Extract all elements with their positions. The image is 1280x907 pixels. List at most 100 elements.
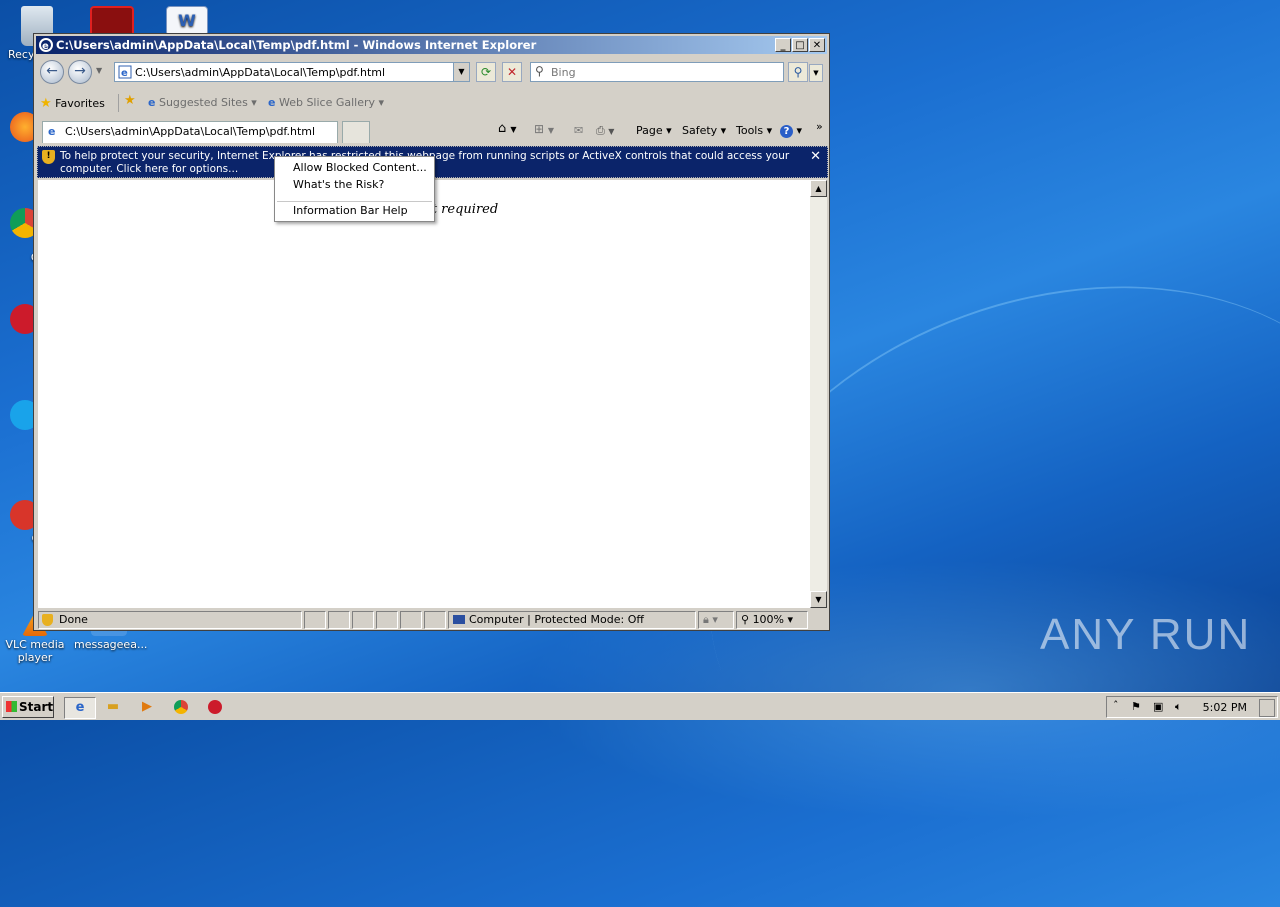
search-icon: ⚲ — [535, 64, 544, 78]
desktop-icon-label: VLC media player — [5, 638, 65, 664]
home-button[interactable]: ⌂ ▼ — [498, 121, 517, 136]
forward-button[interactable]: → — [68, 60, 92, 84]
status-cell — [352, 611, 374, 629]
infobar-context-menu: Allow Blocked Content... What's the Risk… — [274, 156, 435, 222]
scroll-down-button[interactable]: ▼ — [810, 591, 827, 608]
status-cell — [304, 611, 326, 629]
protected-mode-zone[interactable]: Computer | Protected Mode: Off — [448, 611, 696, 629]
search-box[interactable]: ⚲ Bing — [530, 62, 784, 82]
print-button[interactable]: ⎙ ▼ — [596, 124, 614, 138]
new-tab-button[interactable] — [342, 121, 370, 143]
help-button[interactable]: ? ▾ — [780, 124, 802, 138]
status-cell — [400, 611, 422, 629]
menu-item-information-bar-help[interactable]: Information Bar Help — [293, 204, 408, 217]
search-options-dropdown[interactable]: ▼ — [809, 64, 823, 82]
page-menu[interactable]: Page ▾ — [636, 124, 672, 137]
page-content: ot required — [38, 180, 810, 608]
taskbar-chrome-icon[interactable] — [170, 697, 192, 717]
zoom-icon: ⚲ — [741, 613, 750, 626]
favorites-bar: ★ Favorites ★ e Suggested Sites ▾ e Web … — [36, 90, 827, 116]
close-button[interactable]: ✕ — [809, 38, 825, 52]
tools-menu-label: Tools — [736, 124, 764, 137]
shield-icon: ! — [42, 150, 55, 164]
address-text: C:\Users\admin\AppData\Local\Temp\pdf.ht… — [135, 66, 386, 79]
show-desktop-button[interactable] — [1259, 699, 1275, 717]
zoom-level-button[interactable]: ⚲ 100% ▾ — [736, 611, 808, 629]
back-button[interactable]: ← — [40, 60, 64, 84]
security-lock-button[interactable]: 🔒︎ ▾ — [698, 611, 734, 629]
menu-item-whats-the-risk[interactable]: What's the Risk? — [293, 178, 384, 191]
favorites-button[interactable]: ★ Favorites — [40, 96, 105, 111]
taskbar-explorer-icon[interactable]: ▬ — [102, 697, 124, 717]
refresh-button[interactable]: ⟳ — [476, 62, 496, 82]
tools-menu[interactable]: Tools ▾ — [736, 124, 772, 137]
separator — [118, 94, 119, 112]
tray-expand-icon[interactable]: ˆ — [1113, 699, 1119, 712]
navigation-bar: ← → ▼ e C:\Users\admin\AppData\Local\Tem… — [36, 56, 827, 86]
clock[interactable]: 5:02 PM — [1203, 701, 1247, 714]
web-slice-gallery-link[interactable]: e Web Slice Gallery ▾ — [268, 96, 384, 109]
help-icon: ? — [780, 125, 793, 138]
favorites-label: Favorites — [55, 97, 105, 110]
address-bar[interactable]: e C:\Users\admin\AppData\Local\Temp\pdf.… — [114, 62, 470, 82]
stop-button[interactable]: ✕ — [502, 62, 522, 82]
computer-icon — [453, 615, 465, 624]
ie-page-icon: e — [148, 96, 156, 109]
status-cell — [376, 611, 398, 629]
system-tray: ˆ ⚑ ▣ 🔈︎ 5:02 PM — [1106, 696, 1278, 718]
windows-logo-icon — [6, 701, 17, 712]
page-menu-label: Page — [636, 124, 663, 137]
ie-page-icon: e — [268, 96, 276, 109]
add-to-favorites-icon[interactable]: ★ — [124, 93, 136, 108]
minimize-button[interactable]: _ — [775, 38, 791, 52]
network-icon[interactable]: ▣ — [1153, 700, 1163, 713]
address-dropdown-button[interactable]: ▼ — [453, 63, 469, 81]
read-mail-button[interactable]: ✉ — [574, 124, 583, 137]
status-text: Done — [59, 613, 88, 626]
feeds-button[interactable]: ⊞ ▼ — [534, 122, 554, 136]
page-text: ot required — [424, 202, 499, 217]
status-cell — [424, 611, 446, 629]
taskbar: Start e ▬ ▶ ˆ ⚑ ▣ 🔈︎ 5:02 PM — [0, 692, 1280, 720]
start-button[interactable]: Start — [2, 696, 54, 718]
star-icon: ★ — [40, 96, 52, 111]
maximize-button[interactable]: □ — [792, 38, 808, 52]
suggested-sites-link[interactable]: e Suggested Sites ▾ — [148, 96, 257, 109]
title-bar[interactable]: e C:\Users\admin\AppData\Local\Temp\pdf.… — [36, 36, 827, 54]
suggested-sites-label: Suggested Sites — [158, 96, 248, 109]
internet-explorer-icon: e — [39, 38, 53, 52]
desktop-icon-label: messageea... — [74, 638, 148, 651]
web-slice-gallery-label: Web Slice Gallery — [278, 96, 376, 109]
svg-text:e: e — [121, 68, 128, 79]
menu-item-allow-blocked-content[interactable]: Allow Blocked Content... — [293, 161, 427, 174]
taskbar-ie-icon[interactable]: e — [64, 697, 96, 719]
svg-text:e: e — [42, 41, 49, 52]
recent-pages-dropdown-icon[interactable]: ▼ — [96, 66, 102, 75]
vertical-scrollbar[interactable]: ▲ ▼ — [810, 180, 827, 608]
window-title: C:\Users\admin\AppData\Local\Temp\pdf.ht… — [56, 38, 537, 52]
volume-icon[interactable]: 🔈︎ — [1175, 700, 1182, 714]
ie-window: e C:\Users\admin\AppData\Local\Temp\pdf.… — [33, 33, 830, 631]
tab-current-page[interactable]: e C:\Users\admin\AppData\Local\Temp\pdf.… — [42, 121, 338, 143]
anyrun-watermark: ANY RUN — [1040, 610, 1252, 659]
safety-menu-label: Safety — [682, 124, 718, 137]
taskbar-opera-icon[interactable] — [204, 697, 226, 717]
ie-page-icon: e — [48, 125, 56, 138]
zone-text: Computer | Protected Mode: Off — [469, 613, 644, 626]
page-icon: e — [118, 65, 132, 79]
scroll-up-button[interactable]: ▲ — [810, 180, 827, 197]
search-placeholder: Bing — [551, 66, 576, 79]
search-button[interactable]: ⚲ — [788, 62, 808, 82]
action-center-flag-icon[interactable]: ⚑ — [1131, 700, 1141, 713]
safety-menu[interactable]: Safety ▾ — [682, 124, 726, 137]
shield-icon — [42, 614, 53, 626]
tab-row: e C:\Users\admin\AppData\Local\Temp\pdf.… — [36, 120, 827, 144]
chevron-right-icon[interactable]: » — [816, 120, 823, 133]
start-label: Start — [19, 700, 54, 714]
status-cell — [328, 611, 350, 629]
taskbar-media-player-icon[interactable]: ▶ — [136, 697, 158, 717]
information-bar-close-icon[interactable]: ✕ — [810, 149, 821, 164]
word-doc-icon: W — [166, 6, 208, 36]
status-text-cell: Done — [38, 611, 302, 629]
status-bar: Done Computer | Protected Mode: Off 🔒︎ ▾… — [36, 610, 827, 630]
